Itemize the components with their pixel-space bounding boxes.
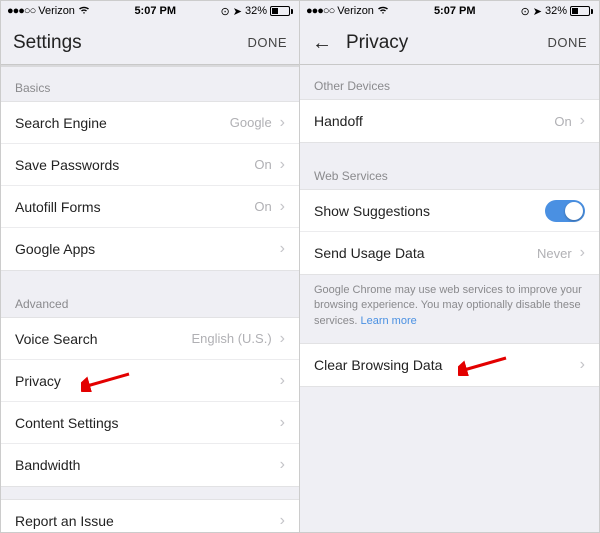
settings-screen: ●●●○○ Verizon 5:07 PM ⊙ ➤ 32% Settings D… [1, 1, 300, 532]
page-title: Privacy [346, 32, 408, 54]
basics-group: Search Engine Google › Save Passwords On… [1, 101, 299, 271]
settings-header: Settings DONE [1, 21, 299, 65]
row-label: Handoff [314, 113, 554, 129]
signal-icon: ●●●○○ [306, 5, 334, 17]
status-bar: ●●●○○ Verizon 5:07 PM ⊙ ➤ 32% [300, 1, 599, 21]
row-label: Report an Issue [15, 513, 280, 529]
chevron-right-icon: › [280, 198, 285, 216]
row-value: On [554, 114, 571, 129]
row-send-usage-data[interactable]: Send Usage Data Never › [300, 232, 599, 274]
foot-group: Report an Issue › Google Chrome › [1, 499, 299, 532]
back-button[interactable]: ← [312, 33, 332, 53]
location-icon: ➤ [233, 5, 242, 18]
row-label: Send Usage Data [314, 245, 537, 261]
battery-icon [570, 6, 593, 16]
section-header-other-devices: Other Devices [300, 65, 599, 99]
settings-content: Basics Search Engine Google › Save Passw… [1, 65, 299, 532]
done-button[interactable]: DONE [547, 35, 587, 50]
advanced-group: Voice Search English (U.S.) › Privacy › … [1, 317, 299, 487]
chevron-right-icon: › [580, 112, 585, 130]
location-icon: ➤ [533, 5, 542, 18]
row-report-issue[interactable]: Report an Issue › [1, 500, 299, 532]
time-label: 5:07 PM [434, 5, 476, 17]
row-clear-browsing-data[interactable]: Clear Browsing Data › [300, 344, 599, 386]
row-value: Never [537, 246, 572, 261]
wifi-icon [377, 5, 389, 18]
row-value: On [254, 157, 271, 172]
row-label: Autofill Forms [15, 199, 254, 215]
chevron-right-icon: › [280, 156, 285, 174]
row-label: Content Settings [15, 415, 280, 431]
chevron-right-icon: › [280, 330, 285, 348]
row-label: Save Passwords [15, 157, 254, 173]
row-handoff[interactable]: Handoff On › [300, 100, 599, 142]
learn-more-link[interactable]: Learn more [360, 315, 416, 327]
wifi-icon [78, 5, 90, 18]
carrier-label: Verizon [38, 5, 75, 17]
row-label: Clear Browsing Data [314, 357, 580, 373]
row-value: Google [230, 115, 272, 130]
privacy-header: ← Privacy DONE [300, 21, 599, 65]
row-privacy[interactable]: Privacy › [1, 360, 299, 402]
row-google-apps[interactable]: Google Apps › [1, 228, 299, 270]
page-title: Settings [13, 32, 82, 54]
clear-group: Clear Browsing Data › [300, 343, 599, 387]
row-value: On [254, 199, 271, 214]
signal-icon: ●●●○○ [7, 5, 35, 17]
chevron-right-icon: › [280, 414, 285, 432]
alarm-icon: ⊙ [521, 5, 530, 18]
row-label: Google Apps [15, 241, 280, 257]
row-bandwidth[interactable]: Bandwidth › [1, 444, 299, 486]
chevron-right-icon: › [280, 114, 285, 132]
carrier-label: Verizon [337, 5, 374, 17]
privacy-screen: ●●●○○ Verizon 5:07 PM ⊙ ➤ 32% ← Privacy … [300, 1, 599, 532]
row-autofill-forms[interactable]: Autofill Forms On › [1, 186, 299, 228]
row-show-suggestions[interactable]: Show Suggestions [300, 190, 599, 232]
row-save-passwords[interactable]: Save Passwords On › [1, 144, 299, 186]
chevron-right-icon: › [280, 372, 285, 390]
section-header-advanced: Advanced [1, 283, 299, 317]
web-services-footnote: Google Chrome may use web services to im… [300, 275, 599, 343]
row-label: Privacy [15, 373, 280, 389]
row-value: English (U.S.) [191, 331, 271, 346]
battery-pct: 32% [245, 5, 267, 17]
row-label: Search Engine [15, 115, 230, 131]
other-devices-group: Handoff On › [300, 99, 599, 143]
chevron-right-icon: › [580, 244, 585, 262]
web-services-group: Show Suggestions Send Usage Data Never › [300, 189, 599, 275]
row-label: Voice Search [15, 331, 191, 347]
chevron-right-icon: › [280, 240, 285, 258]
alarm-icon: ⊙ [221, 5, 230, 18]
time-label: 5:07 PM [134, 5, 176, 17]
row-search-engine[interactable]: Search Engine Google › [1, 102, 299, 144]
battery-icon [270, 6, 293, 16]
row-voice-search[interactable]: Voice Search English (U.S.) › [1, 318, 299, 360]
status-bar: ●●●○○ Verizon 5:07 PM ⊙ ➤ 32% [1, 1, 299, 21]
footnote-text: Google Chrome may use web services to im… [314, 284, 582, 327]
battery-pct: 32% [545, 5, 567, 17]
row-label: Show Suggestions [314, 203, 545, 219]
privacy-content: Other Devices Handoff On › Web Services … [300, 65, 599, 532]
done-button[interactable]: DONE [247, 35, 287, 50]
section-header-web-services: Web Services [300, 155, 599, 189]
chevron-right-icon: › [280, 456, 285, 474]
row-content-settings[interactable]: Content Settings › [1, 402, 299, 444]
row-label: Bandwidth [15, 457, 280, 473]
section-header-basics: Basics [1, 67, 299, 101]
toggle-on-icon[interactable] [545, 200, 585, 222]
chevron-right-icon: › [580, 356, 585, 374]
chevron-right-icon: › [280, 512, 285, 530]
